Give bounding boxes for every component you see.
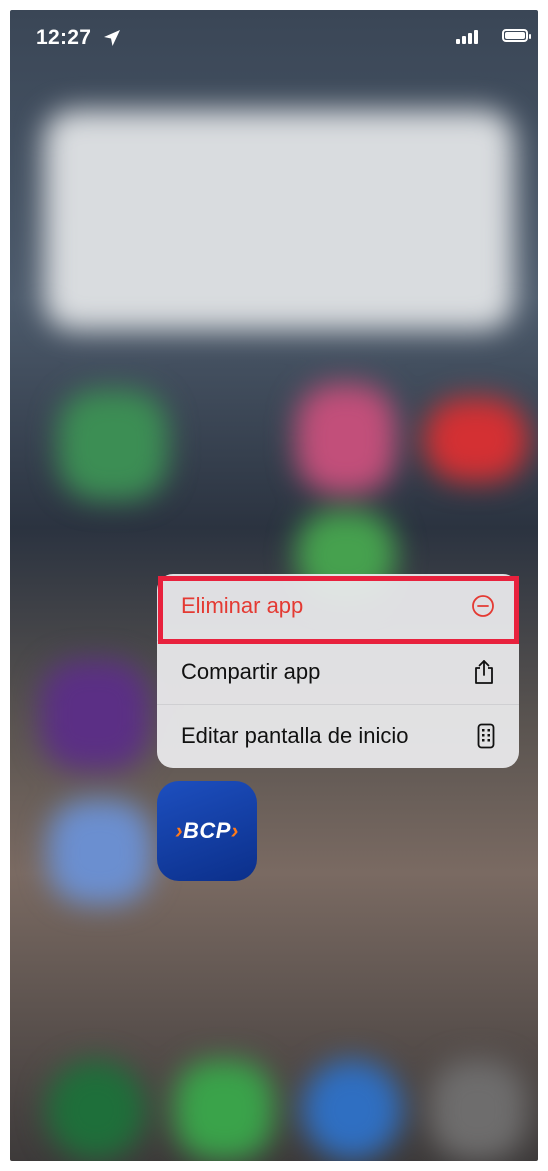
status-bar: 12:27 — [10, 10, 538, 64]
menu-item-share-app[interactable]: Compartir app — [157, 640, 519, 703]
widget-blur — [44, 110, 514, 330]
menu-item-label: Editar pantalla de inicio — [181, 723, 409, 748]
dock-icon-blur — [302, 1060, 402, 1160]
app-icon-blur — [48, 800, 152, 904]
dock-icon-blur — [46, 1060, 146, 1160]
dock-icon-blur — [430, 1060, 526, 1160]
minus-circle-icon — [472, 594, 494, 617]
app-icon-blur — [40, 660, 150, 770]
menu-item-label: Compartir app — [181, 659, 321, 684]
app-icon-blur — [424, 398, 528, 482]
dock-icon-blur — [174, 1060, 274, 1160]
app-icon-blur — [58, 390, 168, 500]
menu-item-edit-home-screen[interactable]: Editar pantalla de inicio — [157, 704, 519, 767]
phone-grid-icon — [477, 723, 495, 749]
time-text: 12:27 — [36, 26, 92, 49]
clock: 12:27 — [36, 26, 121, 50]
battery-icon — [502, 29, 531, 42]
cellular-signal-icon — [456, 30, 480, 44]
menu-item-remove-app[interactable]: Eliminar app — [157, 574, 519, 637]
app-context-menu: Eliminar app Compartir app Editar pantal… — [157, 574, 519, 768]
share-icon — [475, 660, 493, 684]
bcp-app-icon[interactable]: ›BCP› — [157, 781, 257, 881]
app-icon-blur — [296, 384, 396, 494]
menu-item-label: Eliminar app — [181, 592, 304, 618]
location-arrow-icon — [104, 30, 121, 47]
bcp-logo: ›BCP› — [175, 818, 239, 843]
